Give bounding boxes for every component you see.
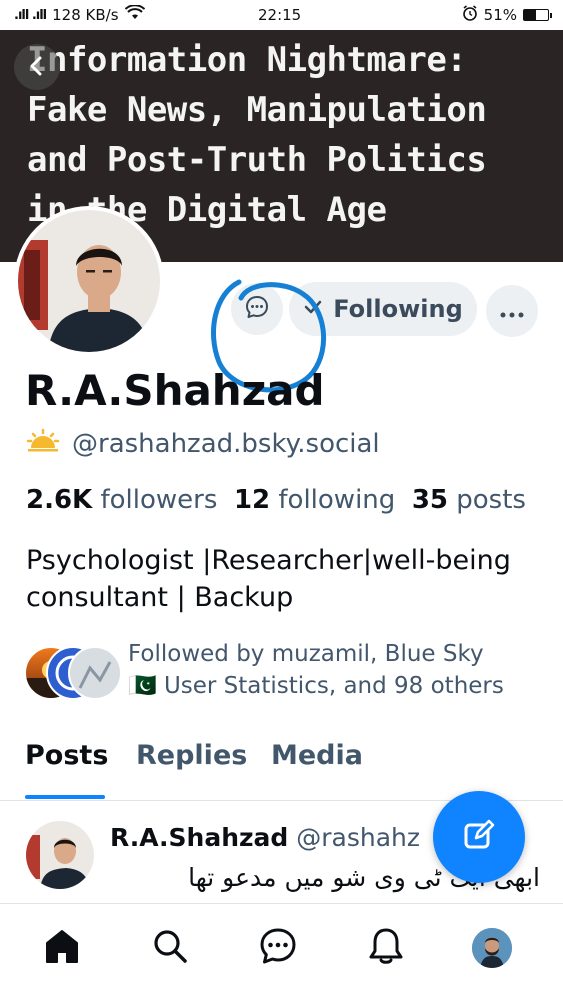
banner-line-2: Fake News, Manipulation [27,90,487,130]
compose-button[interactable] [433,791,525,883]
ellipsis-icon [500,299,524,324]
bio-line-2: consultant | Backup [26,582,294,613]
nav-chat[interactable] [256,926,300,970]
profile-avatar [472,928,512,968]
profile-avatar[interactable] [14,206,164,356]
following-button-label: Following [333,295,463,323]
profile-bio: Psychologist |Researcher|well-being cons… [26,542,546,616]
following-label: following [278,485,396,515]
tab-media[interactable]: Media [271,740,363,771]
chevron-left-icon [26,50,48,85]
profile-stats: 2.6K followers 12 following 35 posts [26,485,526,515]
bell-icon [368,927,404,969]
bottom-nav [0,903,563,1001]
status-bar: .ıll .ıll 128 KB/s 22:15 51% [0,0,563,30]
compose-icon [461,817,497,857]
sun-icon [26,428,60,459]
followers-count: 2.6K [26,485,93,515]
display-name: R.A.Shahzad [25,366,325,415]
handle-row: @rashahzad.bsky.social [26,428,380,459]
following-count: 12 [233,485,271,515]
nav-search[interactable] [148,926,192,970]
post-author-avatar[interactable] [26,821,94,889]
chat-bubble-icon [244,294,270,324]
banner-line-1: Information Nightmare: [27,40,467,80]
follower-avatar-3 [68,646,122,700]
posts-stat: 35 posts [412,485,526,515]
active-tab-indicator [25,795,105,799]
chat-icon [259,927,297,969]
network-speed: 128 KB/s [52,6,119,24]
status-left: .ıll .ıll 128 KB/s [14,4,145,25]
nav-home[interactable] [40,926,84,970]
profile-handle: @rashahzad.bsky.social [72,428,380,459]
check-icon [303,295,323,323]
followed-by-row[interactable]: Followed by muzamil, Blue Sky 🇵🇰 User St… [24,638,548,702]
followed-by-text: Followed by muzamil, Blue Sky 🇵🇰 User St… [128,638,548,702]
tab-posts[interactable]: Posts [25,740,108,771]
followers-link[interactable]: 2.6K followers [26,485,217,515]
battery-fill [524,10,537,20]
followed-by-avatars [24,642,122,700]
message-button[interactable] [231,283,283,335]
back-button[interactable] [14,44,60,90]
status-right: 51% [462,5,552,25]
more-options-button[interactable] [486,285,538,337]
nav-profile[interactable] [470,926,514,970]
posts-label: posts [456,485,526,515]
search-icon [152,928,188,968]
post-author-name[interactable]: R.A.Shahzad [110,823,288,852]
post-author-handle[interactable]: @rashahz [296,823,420,852]
battery-icon [523,9,552,21]
followers-label: followers [100,485,218,515]
following-button[interactable]: Following [289,282,477,336]
followed-by-line-2: 🇵🇰 User Statistics, and 98 others [128,673,504,699]
wifi-icon [124,4,145,25]
bio-line-1: Psychologist |Researcher|well-being [26,545,511,576]
nav-notifications[interactable] [364,926,408,970]
battery-percent: 51% [483,6,517,24]
tab-replies[interactable]: Replies [136,740,247,771]
posts-count: 35 [411,485,448,515]
alarm-clock-icon [462,5,478,25]
banner-line-3: and Post-Truth Politics [27,140,487,180]
home-icon [43,928,81,968]
following-link[interactable]: 12 following [234,485,395,515]
status-time: 22:15 [258,6,302,24]
followed-by-line-1: Followed by muzamil, Blue Sky [128,641,484,667]
avatar-photo [18,210,160,352]
signal-icon: .ıll .ıll [14,7,47,23]
